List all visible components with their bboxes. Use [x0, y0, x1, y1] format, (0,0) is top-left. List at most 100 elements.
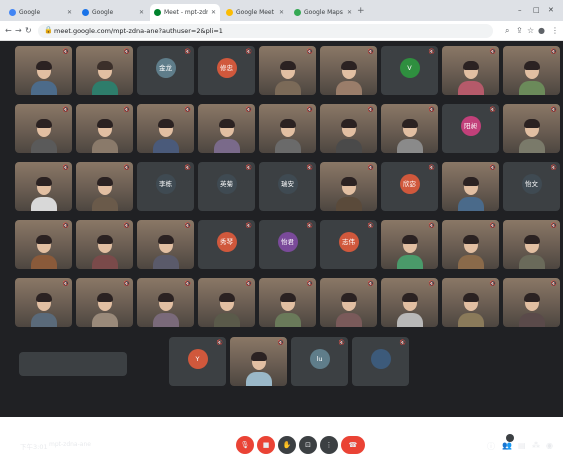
participant-tile[interactable]: 🔇	[320, 162, 377, 211]
participant-tile[interactable]: 🔇	[381, 220, 438, 269]
participant-tile[interactable]: 金龙 🔇	[137, 46, 194, 95]
participant-video-image	[152, 235, 179, 269]
present-button[interactable]: ⊡	[299, 436, 317, 454]
participant-tile[interactable]: 秀琴 🔇	[198, 220, 255, 269]
participant-tile[interactable]: 🔇	[503, 46, 560, 95]
participant-tile[interactable]: 🔇	[230, 337, 287, 386]
participant-tile[interactable]: 🔇	[76, 162, 133, 211]
mic-muted-icon: 🔇	[123, 107, 130, 113]
participant-tile[interactable]: 🔇	[137, 278, 194, 327]
participant-tile[interactable]: 🔇	[15, 104, 72, 153]
participant-tile[interactable]: 🔇	[76, 46, 133, 95]
participant-video-image	[274, 61, 301, 95]
participant-tile[interactable]: 🔇	[442, 220, 499, 269]
participant-tile[interactable]: 🔇	[76, 104, 133, 153]
mic-muted-icon: 🔇	[184, 223, 191, 229]
participant-avatar: 瑞安	[277, 174, 298, 194]
reload-icon[interactable]: ↻	[25, 26, 32, 35]
participant-tile[interactable]: 🔇	[198, 104, 255, 153]
back-arrow-icon[interactable]: ←	[5, 26, 12, 35]
participant-tile[interactable]: lu 🔇	[291, 337, 348, 386]
forward-arrow-icon[interactable]: →	[15, 26, 22, 35]
tab-favicon-icon	[154, 9, 161, 16]
browser-tab[interactable]: Google ✕	[78, 4, 148, 21]
minimize-button[interactable]: –	[518, 6, 522, 14]
participants-icon[interactable]: 👥	[502, 441, 512, 450]
participant-tile[interactable]: 🔇	[442, 278, 499, 327]
participant-tile[interactable]: 🔇	[503, 278, 560, 327]
participant-tile[interactable]: 🔇	[137, 104, 194, 153]
more-options-button[interactable]: ⋮	[320, 436, 338, 454]
tab-close-icon[interactable]: ✕	[279, 9, 284, 16]
participant-avatar: Y	[187, 349, 208, 369]
participant-video-image	[335, 293, 362, 327]
participant-tile[interactable]: 🔇	[76, 278, 133, 327]
participant-tile[interactable]: V 🔇	[381, 46, 438, 95]
end-call-button[interactable]: ☎	[341, 436, 365, 454]
participant-video-image	[30, 61, 57, 95]
omnibox[interactable]: 🔒 meet.google.com/mpt-zdna-ane?authuser=…	[38, 24, 493, 38]
participant-tile[interactable]: 🔇	[503, 220, 560, 269]
participant-tile[interactable]: 阳昶 🔇	[442, 104, 499, 153]
participant-video-image	[396, 235, 423, 269]
participant-tile[interactable]: 🔇	[15, 278, 72, 327]
maximize-button[interactable]: □	[533, 6, 540, 14]
participant-tile[interactable]: 🔇	[352, 337, 409, 386]
zoom-icon[interactable]: ⌕	[505, 26, 509, 36]
participant-video-image	[335, 177, 362, 211]
participant-tile[interactable]: 🔇	[15, 162, 72, 211]
close-window-button[interactable]: ✕	[548, 6, 554, 14]
participant-tile[interactable]: 🔇	[381, 104, 438, 153]
browser-tab[interactable]: Google ✕	[5, 4, 76, 21]
participant-tile[interactable]: 🔇	[320, 104, 377, 153]
host-controls-icon[interactable]: ◉	[546, 441, 553, 450]
participant-tile[interactable]: 🔇	[15, 220, 72, 269]
participant-tile[interactable]: 🔇	[259, 46, 316, 95]
tab-close-icon[interactable]: ✕	[139, 9, 144, 16]
mic-muted-icon: 🔇	[245, 49, 252, 55]
participant-tile[interactable]: 🔇	[198, 278, 255, 327]
info-icon[interactable]: ⓘ	[487, 441, 495, 452]
participant-tile[interactable]: 🔇	[259, 278, 316, 327]
participant-tile[interactable]: 欣宓 🔇	[381, 162, 438, 211]
participant-tile[interactable]: 🔇	[381, 278, 438, 327]
tab-close-icon[interactable]: ✕	[211, 9, 216, 16]
participant-tile[interactable]: 英菊 🔇	[198, 162, 255, 211]
browser-tab[interactable]: Google Meet ✕	[222, 4, 288, 21]
new-tab-button[interactable]: +	[357, 6, 365, 16]
activities-icon[interactable]: ⁂	[532, 441, 540, 450]
mic-muted-icon: 🔇	[550, 107, 557, 113]
participant-tile[interactable]: 🔇	[137, 220, 194, 269]
participant-tile[interactable]: Y 🔇	[169, 337, 226, 386]
participant-tile[interactable]: 🔇	[259, 104, 316, 153]
mic-off-button[interactable]: 🎙	[236, 436, 254, 454]
chat-icon[interactable]: ▤	[518, 441, 526, 450]
profile-icon[interactable]: ●	[538, 26, 545, 35]
participant-tile[interactable]: 修忠 🔇	[198, 46, 255, 95]
participant-tile[interactable]: 志伟 🔇	[320, 220, 377, 269]
participant-tile[interactable]: 🔇	[76, 220, 133, 269]
camera-off-button[interactable]: ■	[257, 436, 275, 454]
url-text[interactable]: meet.google.com/mpt-zdna-ane?authuser=2&…	[54, 27, 223, 35]
raise-hand-button[interactable]: ✋	[278, 436, 296, 454]
tab-close-icon[interactable]: ✕	[67, 9, 72, 16]
participant-tile[interactable]: 🔇	[320, 278, 377, 327]
mic-muted-icon: 🔇	[306, 49, 313, 55]
participant-tile[interactable]: 🔇	[503, 104, 560, 153]
tab-close-icon[interactable]: ✕	[347, 9, 352, 16]
share-icon[interactable]: ⇪	[516, 26, 523, 35]
browser-tab[interactable]: Meet - mpt-zdna-ane✕	[150, 4, 220, 21]
participant-tile[interactable]: 🔇	[15, 46, 72, 95]
bookmark-star-icon[interactable]: ☆	[527, 26, 534, 35]
participant-tile[interactable]: 怡文 🔇	[503, 162, 560, 211]
participant-tile[interactable]: 李栋 🔇	[137, 162, 194, 211]
browser-tab[interactable]: Google Maps ✕	[290, 4, 356, 21]
participant-tile[interactable]: 🔇	[442, 162, 499, 211]
caption-box	[19, 352, 127, 376]
participant-tile[interactable]: 瑞安 🔇	[259, 162, 316, 211]
participant-tile[interactable]: 🔇	[320, 46, 377, 95]
participant-tile[interactable]: 🔇	[442, 46, 499, 95]
participant-video-image	[518, 119, 545, 153]
participant-tile[interactable]: 怡君 🔇	[259, 220, 316, 269]
browser-menu-icon[interactable]: ⋮	[551, 26, 559, 35]
